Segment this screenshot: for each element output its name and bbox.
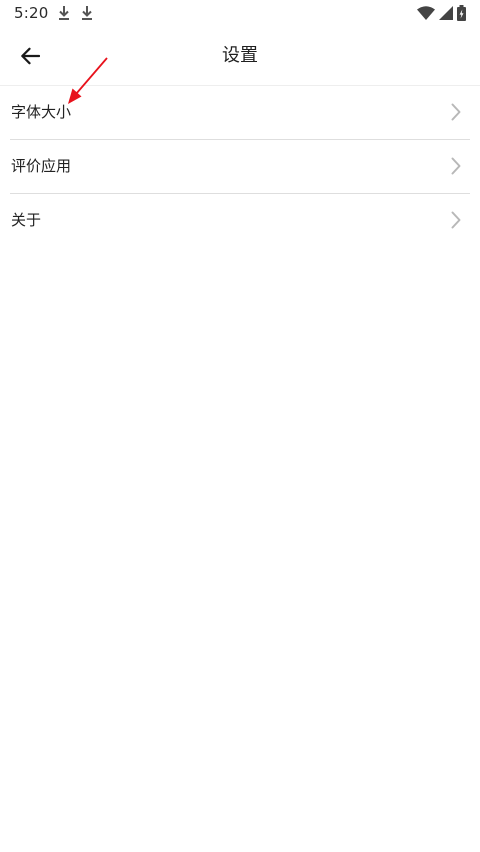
signal-icon bbox=[439, 6, 453, 20]
settings-item-label: 评价应用 bbox=[11, 157, 72, 175]
battery-charging-icon bbox=[457, 5, 466, 21]
chevron-right-icon bbox=[451, 157, 461, 175]
annotation-arrow-icon bbox=[68, 57, 108, 104]
settings-item-about[interactable]: 关于 bbox=[0, 194, 480, 247]
settings-item-rate-app[interactable]: 评价应用 bbox=[0, 140, 480, 193]
wifi-icon bbox=[417, 6, 435, 20]
status-bar: 5:20 bbox=[0, 0, 480, 28]
status-icons bbox=[417, 5, 466, 21]
chevron-right-icon bbox=[451, 103, 461, 121]
download-icon bbox=[82, 6, 92, 20]
settings-item-label: 关于 bbox=[11, 211, 42, 229]
status-time: 5:20 bbox=[14, 4, 49, 22]
chevron-right-icon bbox=[451, 211, 461, 229]
download-icon bbox=[59, 6, 69, 20]
